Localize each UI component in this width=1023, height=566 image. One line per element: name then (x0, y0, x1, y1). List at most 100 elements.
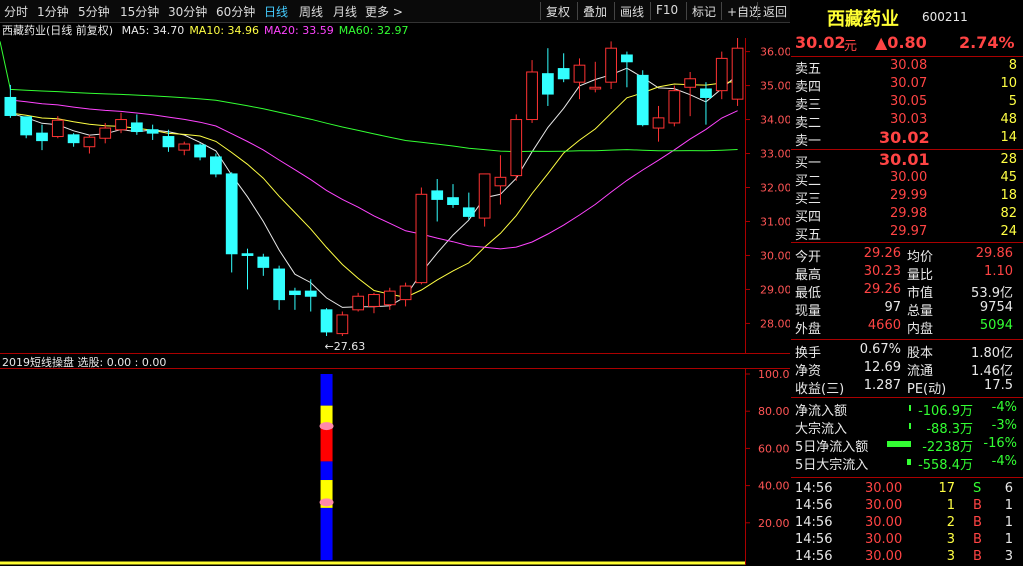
flow-row: 5日大宗流入 -558.4万 -4% (791, 454, 1023, 473)
stat-row: 今开 29.26 均价 29.86 (791, 246, 1023, 265)
ask-volume: 14 (1000, 130, 1017, 145)
quote-panel: 西藏药业 600211 30.02 元 ▲0.80 2.74% 卖五 30.08 8 卖四 30.0… (791, 0, 1023, 565)
candle (510, 114, 523, 181)
stat-value: 97 (884, 300, 901, 315)
ask-row: 卖二 30.03 48 (791, 112, 1023, 131)
tick-count: 1 (1004, 532, 1013, 547)
ask-price: 30.05 (890, 94, 928, 109)
stat-key: 内盘 (907, 322, 934, 337)
stat-row: 净资 12.69 流通 1.46亿 (791, 360, 1023, 379)
toolbar-button-5[interactable]: +自选 (727, 3, 761, 20)
tick-time: 14:56 (795, 549, 833, 564)
stat-key: 股本 (907, 346, 934, 361)
stat-key: 净资 (795, 364, 822, 379)
signal-marker (319, 498, 334, 507)
divider (791, 477, 1023, 478)
stat-value: 0.67% (859, 342, 901, 357)
toolbar-button-4[interactable]: 标记 (692, 3, 716, 20)
tick-volume: 3 (946, 549, 955, 564)
price-tick-label: 32.00 (760, 182, 790, 195)
candle (336, 311, 349, 336)
ask-price: 30.03 (890, 112, 928, 127)
stock-name: 西藏药业 (827, 9, 899, 30)
stock-code: 600211 (922, 10, 968, 24)
stat-key: PE(动) (907, 382, 947, 397)
candle (20, 116, 33, 139)
ask-price: 30.02 (879, 128, 930, 147)
flow-row: 大宗流入 -88.3万 -3% (791, 418, 1023, 437)
price-tick-label: 29.00 (760, 283, 790, 296)
indicator-tick-label: 100.00 (758, 368, 790, 381)
tick-side: B (973, 498, 982, 513)
flow-bar (909, 405, 911, 411)
toolbar-button-0[interactable]: 复权 (546, 3, 570, 20)
price-change-pct: 2.74% (959, 33, 1015, 52)
stat-value: 17.5 (984, 378, 1013, 393)
bid-volume: 82 (1000, 206, 1017, 221)
tick-row: 14:56 30.00 3 B 3 (791, 549, 1023, 566)
tick-time: 14:56 (795, 498, 833, 513)
ask-price: 30.07 (890, 76, 928, 91)
period-tab-6[interactable]: 日线 (264, 3, 288, 20)
tick-volume: 3 (946, 532, 955, 547)
stat-key: 总量 (907, 304, 934, 319)
period-tab-7[interactable]: 周线 (299, 3, 323, 20)
flow-value: -88.3万 (926, 422, 973, 437)
high-price-label: 36.47→ (676, 38, 717, 41)
period-toolbar: 分时 1分钟 5分钟 15分钟 30分钟 60分钟 日线 周线 月线 更多 > 复权 叠加 画线 F10 标… (0, 0, 790, 23)
indicator-chart[interactable]: 100.00 80.00 60.00 40.00 20.00 (0, 368, 790, 565)
period-tab-4[interactable]: 30分钟 (168, 3, 207, 20)
divider (791, 242, 1023, 243)
stat-key: 量比 (907, 268, 934, 283)
bid-price: 29.98 (890, 206, 928, 221)
stat-key: 今开 (795, 250, 822, 265)
price-tick-label: 31.00 (760, 215, 790, 228)
bid-price: 30.01 (879, 150, 930, 169)
signal-segment (320, 374, 333, 406)
ma-header: 西藏药业(日线 前复权) MA5: 34.70 MA10: 34.96 MA20: … (0, 22, 790, 38)
period-tab-9[interactable]: 更多 > (365, 3, 403, 20)
stat-value: 1.80亿 (971, 346, 1013, 361)
ma-label-3: MA60: 32.97 (338, 24, 409, 37)
stat-value: 53.9亿 (971, 286, 1013, 301)
period-tab-8[interactable]: 月线 (333, 3, 357, 20)
indicator-tick-label: 80.00 (758, 405, 790, 418)
toolbar-button-2[interactable]: 画线 (620, 3, 644, 20)
toolbar-separator (650, 2, 651, 20)
flow-label: 5日大宗流入 (795, 458, 869, 473)
tick-price: 30.00 (865, 549, 903, 564)
ask-label: 卖一 (795, 134, 822, 149)
tick-side: B (973, 532, 982, 547)
tick-count: 6 (1004, 481, 1013, 496)
stat-value: 4660 (867, 318, 901, 333)
stat-key: 换手 (795, 346, 822, 361)
ask-label: 卖三 (795, 98, 822, 113)
candle (605, 41, 617, 89)
price-unit: 元 (844, 39, 858, 54)
period-tab-3[interactable]: 15分钟 (120, 3, 159, 20)
stat-row: 最高 30.23 量比 1.10 (791, 264, 1023, 283)
toolbar-separator (686, 2, 687, 20)
signal-segment (320, 426, 333, 462)
period-tab-1[interactable]: 1分钟 (37, 3, 69, 20)
period-tab-5[interactable]: 60分钟 (216, 3, 255, 20)
bid-row: 买五 29.97 24 (791, 224, 1023, 243)
toolbar-button-3[interactable]: F10 (656, 3, 678, 17)
candle (636, 70, 649, 127)
stat-key: 外盘 (795, 322, 822, 337)
toolbar-separator (757, 2, 758, 20)
toolbar-button-1[interactable]: 叠加 (583, 3, 607, 20)
period-tab-0[interactable]: 分时 (4, 3, 28, 20)
stat-key: 最高 (795, 268, 822, 283)
signal-segment (320, 507, 333, 560)
bid-label: 买五 (795, 228, 822, 243)
toolbar-button-6[interactable]: 返回 (763, 3, 787, 20)
candle (210, 153, 222, 178)
period-tab-2[interactable]: 5分钟 (78, 3, 110, 20)
stat-row: 收益(三) 1.287 PE(动) 17.5 (791, 378, 1023, 397)
tick-side: B (973, 549, 982, 564)
ask-label: 卖五 (795, 62, 822, 77)
toolbar-separator (577, 2, 578, 20)
stat-value: 12.69 (863, 360, 901, 375)
candlestick-chart[interactable]: 36.00 35.00 34.00 33.00 32.00 31.00 30.00 29.00… (0, 38, 790, 354)
